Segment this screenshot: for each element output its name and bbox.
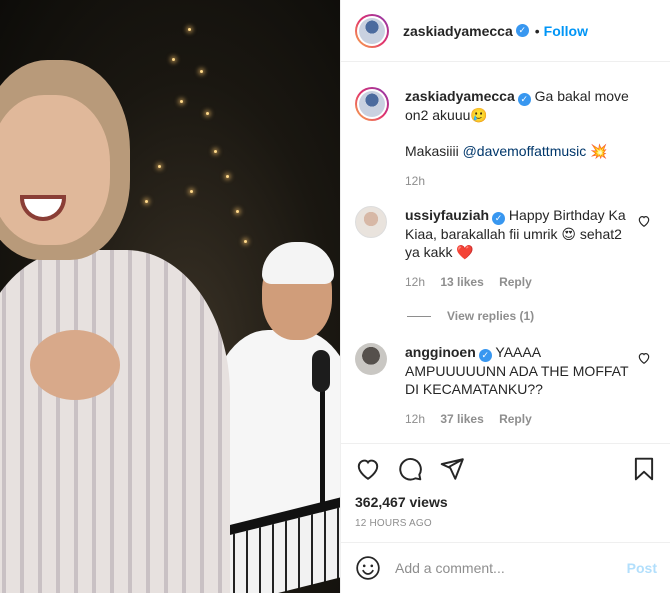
post-button[interactable]: Post	[627, 560, 657, 576]
woman-in-hijab	[0, 250, 230, 593]
comment-time[interactable]: 12h	[405, 412, 425, 426]
verified-badge-icon: ✓	[515, 24, 529, 37]
comment-username[interactable]: angginoen	[405, 344, 476, 360]
separator-dot: •	[534, 22, 540, 39]
comment-like-heart-icon[interactable]	[637, 351, 651, 365]
verified-badge-icon: ✓	[492, 212, 506, 225]
caption-avatar[interactable]	[355, 87, 389, 121]
caption-thanks: Makasiiii	[405, 143, 463, 159]
view-count[interactable]: 362,467 views	[355, 494, 657, 510]
post-header: zaskiadyamecca ✓ • Follow	[341, 0, 670, 62]
comment-likes[interactable]: 37 likes	[440, 412, 483, 426]
commenter-avatar[interactable]	[355, 206, 387, 238]
post-timestamp[interactable]: 12 HOURS AGO	[355, 518, 657, 529]
caption-time[interactable]: 12h	[405, 174, 425, 188]
bookmark-icon[interactable]	[631, 456, 657, 482]
heart-icon[interactable]	[355, 456, 381, 482]
header-username[interactable]: zaskiadyamecca	[403, 23, 513, 39]
comment-item: angginoen ✓ YAAAA AMPUUUUUNN ADA THE MOFF…	[341, 343, 670, 426]
comment-time[interactable]: 12h	[405, 275, 425, 289]
comment-item: ussiyfauziah ✓ Happy Birthday Ka Kiaa, ba…	[341, 206, 670, 289]
add-comment-bar: Post	[341, 542, 670, 593]
reply-button[interactable]: Reply	[499, 275, 532, 289]
action-bar: 362,467 views 12 HOURS AGO	[341, 443, 670, 529]
reply-button[interactable]: Reply	[499, 412, 532, 426]
comments-list[interactable]: zaskiadyamecca ✓ Ga bakal move on2 akuuu🥲…	[341, 63, 670, 443]
smiley-icon[interactable]	[355, 555, 381, 581]
caption-emoji: 💥	[590, 143, 608, 159]
verified-badge-icon: ✓	[478, 349, 492, 362]
view-replies-button[interactable]: View replies (1)	[341, 309, 670, 323]
comment-username[interactable]: ussiyfauziah	[405, 207, 489, 223]
comment-input[interactable]	[395, 560, 627, 576]
post-video[interactable]	[0, 0, 340, 593]
comment-bubble-icon[interactable]	[397, 456, 423, 482]
mention-link[interactable]: @davemoffattmusic	[463, 143, 587, 159]
post-sidebar: zaskiadyamecca ✓ • Follow zaskiadyamecca…	[340, 0, 670, 593]
commenter-avatar[interactable]	[355, 343, 387, 375]
paper-plane-icon[interactable]	[439, 456, 465, 482]
avatar[interactable]	[355, 13, 389, 48]
comment-like-heart-icon[interactable]	[637, 214, 651, 228]
follow-button[interactable]: Follow	[544, 23, 588, 39]
verified-badge-icon: ✓	[517, 93, 531, 106]
caption-username[interactable]: zaskiadyamecca	[405, 88, 515, 104]
caption: zaskiadyamecca ✓ Ga bakal move on2 akuuu🥲…	[341, 87, 670, 188]
microphone	[312, 350, 330, 392]
comment-likes[interactable]: 13 likes	[440, 275, 483, 289]
view-replies-label: View replies (1)	[447, 309, 535, 323]
